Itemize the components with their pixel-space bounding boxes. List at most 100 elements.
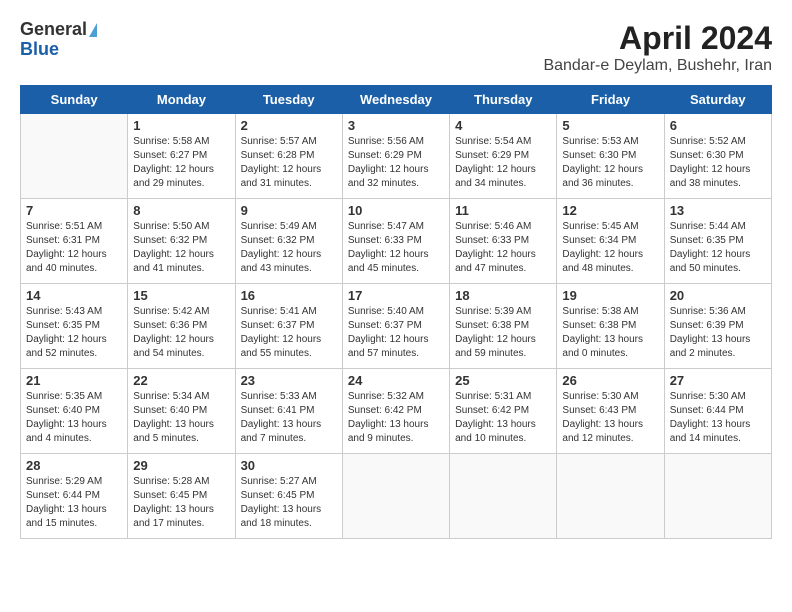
day-number: 2 (241, 118, 337, 133)
title-block: April 2024 Bandar-e Deylam, Bushehr, Ira… (543, 20, 772, 75)
day-info: Sunrise: 5:30 AMSunset: 6:44 PMDaylight:… (670, 390, 766, 446)
day-info: Sunrise: 5:53 AMSunset: 6:30 PMDaylight:… (562, 135, 658, 191)
day-number: 21 (26, 373, 122, 388)
day-info: Sunrise: 5:38 AMSunset: 6:38 PMDaylight:… (562, 305, 658, 361)
calendar-cell: 12 Sunrise: 5:45 AMSunset: 6:34 PMDayligh… (557, 199, 664, 284)
day-number: 15 (133, 288, 229, 303)
week-row-1: 1 Sunrise: 5:58 AMSunset: 6:27 PMDaylight… (21, 114, 772, 199)
day-number: 9 (241, 203, 337, 218)
calendar-cell: 10Sunrise: 5:47 AMSunset: 6:33 PMDayligh… (342, 199, 449, 284)
calendar-cell: 15 Sunrise: 5:42 AMSunset: 6:36 PMDayligh… (128, 284, 235, 369)
page-title: April 2024 (543, 20, 772, 57)
calendar-cell: 8 Sunrise: 5:50 AMSunset: 6:32 PMDaylight… (128, 199, 235, 284)
page-header: General Blue April 2024 Bandar-e Deylam,… (20, 20, 772, 75)
calendar-cell: 20Sunrise: 5:36 AMSunset: 6:39 PMDayligh… (664, 284, 771, 369)
day-number: 7 (26, 203, 122, 218)
day-info: Sunrise: 5:33 AMSunset: 6:41 PMDaylight:… (241, 390, 337, 446)
calendar-cell (342, 454, 449, 539)
day-info: Sunrise: 5:30 AMSunset: 6:43 PMDaylight:… (562, 390, 658, 446)
day-number: 29 (133, 458, 229, 473)
calendar-cell: 27 Sunrise: 5:30 AMSunset: 6:44 PMDayligh… (664, 369, 771, 454)
day-info: Sunrise: 5:35 AMSunset: 6:40 PMDaylight:… (26, 390, 122, 446)
day-number: 5 (562, 118, 658, 133)
calendar-cell: 5 Sunrise: 5:53 AMSunset: 6:30 PMDaylight… (557, 114, 664, 199)
calendar-cell: 26 Sunrise: 5:30 AMSunset: 6:43 PMDayligh… (557, 369, 664, 454)
calendar-cell (450, 454, 557, 539)
calendar-cell: 14 Sunrise: 5:43 AMSunset: 6:35 PMDayligh… (21, 284, 128, 369)
weekday-header-thursday: Thursday (450, 86, 557, 114)
calendar-cell: 7 Sunrise: 5:51 AMSunset: 6:31 PMDaylight… (21, 199, 128, 284)
calendar-cell: 11Sunrise: 5:46 AMSunset: 6:33 PMDayligh… (450, 199, 557, 284)
day-number: 14 (26, 288, 122, 303)
calendar-cell: 4 Sunrise: 5:54 AMSunset: 6:29 PMDaylight… (450, 114, 557, 199)
calendar-cell: 9 Sunrise: 5:49 AMSunset: 6:32 PMDaylight… (235, 199, 342, 284)
day-info: Sunrise: 5:44 AMSunset: 6:35 PMDaylight:… (670, 220, 766, 276)
day-info: Sunrise: 5:40 AMSunset: 6:37 PMDaylight:… (348, 305, 444, 361)
calendar-cell: 16 Sunrise: 5:41 AMSunset: 6:37 PMDayligh… (235, 284, 342, 369)
day-info: Sunrise: 5:52 AMSunset: 6:30 PMDaylight:… (670, 135, 766, 191)
weekday-header-friday: Friday (557, 86, 664, 114)
day-info: Sunrise: 5:34 AMSunset: 6:40 PMDaylight:… (133, 390, 229, 446)
calendar-cell: 23 Sunrise: 5:33 AMSunset: 6:41 PMDayligh… (235, 369, 342, 454)
day-info: Sunrise: 5:41 AMSunset: 6:37 PMDaylight:… (241, 305, 337, 361)
day-info: Sunrise: 5:28 AMSunset: 6:45 PMDaylight:… (133, 475, 229, 531)
day-number: 1 (133, 118, 229, 133)
day-info: Sunrise: 5:58 AMSunset: 6:27 PMDaylight:… (133, 135, 229, 191)
calendar-cell: 6Sunrise: 5:52 AMSunset: 6:30 PMDaylight… (664, 114, 771, 199)
week-row-5: 28 Sunrise: 5:29 AMSunset: 6:44 PMDayligh… (21, 454, 772, 539)
week-row-2: 7 Sunrise: 5:51 AMSunset: 6:31 PMDaylight… (21, 199, 772, 284)
day-info: Sunrise: 5:54 AMSunset: 6:29 PMDaylight:… (455, 135, 551, 191)
weekday-header-row: SundayMondayTuesdayWednesdayThursdayFrid… (21, 86, 772, 114)
day-number: 28 (26, 458, 122, 473)
day-number: 22 (133, 373, 229, 388)
calendar-cell: 1 Sunrise: 5:58 AMSunset: 6:27 PMDaylight… (128, 114, 235, 199)
logo-blue: Blue (20, 40, 97, 60)
week-row-4: 21 Sunrise: 5:35 AMSunset: 6:40 PMDayligh… (21, 369, 772, 454)
day-info: Sunrise: 5:50 AMSunset: 6:32 PMDaylight:… (133, 220, 229, 276)
calendar-cell (21, 114, 128, 199)
day-number: 16 (241, 288, 337, 303)
day-number: 17 (348, 288, 444, 303)
calendar-cell: 30Sunrise: 5:27 AMSunset: 6:45 PMDayligh… (235, 454, 342, 539)
calendar-cell: 25Sunrise: 5:31 AMSunset: 6:42 PMDayligh… (450, 369, 557, 454)
calendar-cell: 2 Sunrise: 5:57 AMSunset: 6:28 PMDaylight… (235, 114, 342, 199)
day-number: 3 (348, 118, 444, 133)
day-number: 8 (133, 203, 229, 218)
day-number: 10 (348, 203, 444, 218)
calendar-cell (664, 454, 771, 539)
day-number: 30 (241, 458, 337, 473)
calendar-cell: 19 Sunrise: 5:38 AMSunset: 6:38 PMDayligh… (557, 284, 664, 369)
calendar-table: SundayMondayTuesdayWednesdayThursdayFrid… (20, 85, 772, 539)
day-info: Sunrise: 5:57 AMSunset: 6:28 PMDaylight:… (241, 135, 337, 191)
day-number: 26 (562, 373, 658, 388)
logo-icon (89, 23, 97, 37)
day-number: 24 (348, 373, 444, 388)
calendar-cell: 28 Sunrise: 5:29 AMSunset: 6:44 PMDayligh… (21, 454, 128, 539)
day-info: Sunrise: 5:49 AMSunset: 6:32 PMDaylight:… (241, 220, 337, 276)
day-number: 23 (241, 373, 337, 388)
day-number: 25 (455, 373, 551, 388)
weekday-header-tuesday: Tuesday (235, 86, 342, 114)
day-info: Sunrise: 5:56 AMSunset: 6:29 PMDaylight:… (348, 135, 444, 191)
day-info: Sunrise: 5:45 AMSunset: 6:34 PMDaylight:… (562, 220, 658, 276)
calendar-cell: 17 Sunrise: 5:40 AMSunset: 6:37 PMDayligh… (342, 284, 449, 369)
calendar-cell: 18Sunrise: 5:39 AMSunset: 6:38 PMDayligh… (450, 284, 557, 369)
weekday-header-sunday: Sunday (21, 86, 128, 114)
logo: General Blue (20, 20, 97, 60)
weekday-header-saturday: Saturday (664, 86, 771, 114)
page-subtitle: Bandar-e Deylam, Bushehr, Iran (543, 57, 772, 75)
day-number: 19 (562, 288, 658, 303)
day-number: 4 (455, 118, 551, 133)
day-info: Sunrise: 5:51 AMSunset: 6:31 PMDaylight:… (26, 220, 122, 276)
day-info: Sunrise: 5:29 AMSunset: 6:44 PMDaylight:… (26, 475, 122, 531)
calendar-cell: 21 Sunrise: 5:35 AMSunset: 6:40 PMDayligh… (21, 369, 128, 454)
day-info: Sunrise: 5:39 AMSunset: 6:38 PMDaylight:… (455, 305, 551, 361)
day-number: 12 (562, 203, 658, 218)
day-number: 27 (670, 373, 766, 388)
day-info: Sunrise: 5:42 AMSunset: 6:36 PMDaylight:… (133, 305, 229, 361)
day-number: 13 (670, 203, 766, 218)
day-info: Sunrise: 5:43 AMSunset: 6:35 PMDaylight:… (26, 305, 122, 361)
calendar-cell: 3 Sunrise: 5:56 AMSunset: 6:29 PMDaylight… (342, 114, 449, 199)
week-row-3: 14 Sunrise: 5:43 AMSunset: 6:35 PMDayligh… (21, 284, 772, 369)
day-number: 20 (670, 288, 766, 303)
